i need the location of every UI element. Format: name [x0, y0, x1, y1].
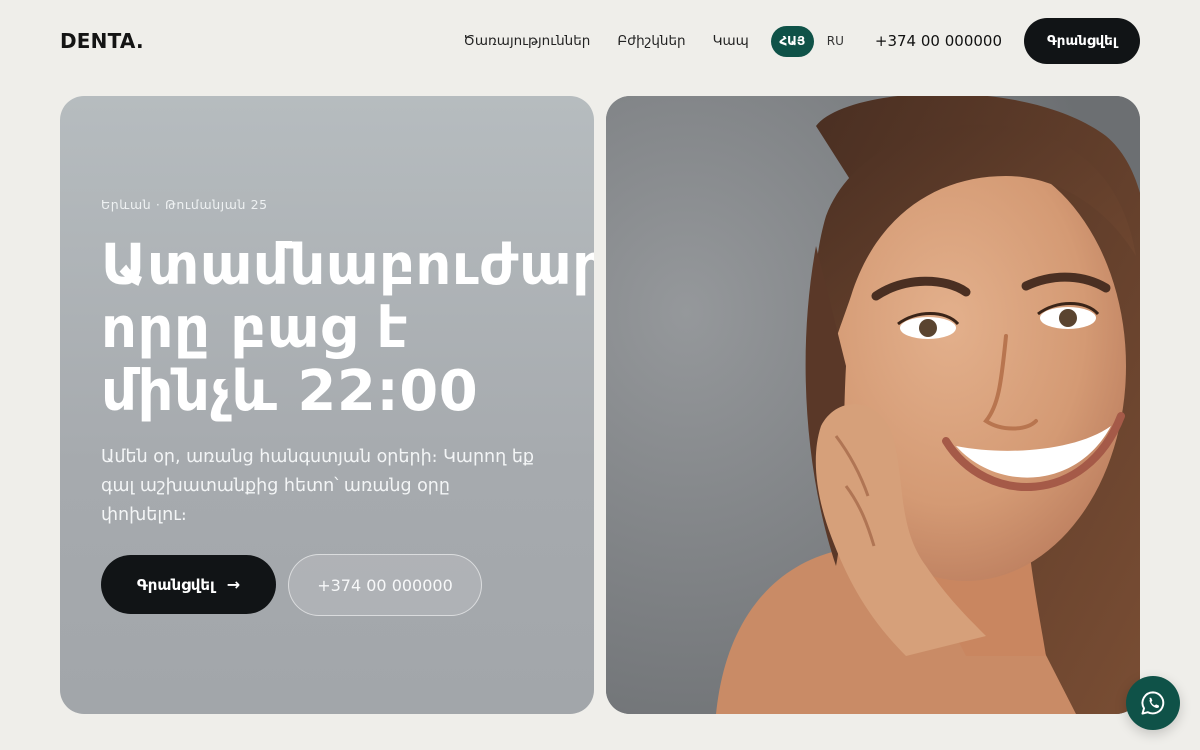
lang-ru-button[interactable]: RU: [827, 34, 844, 48]
whatsapp-chat-button[interactable]: [1126, 676, 1180, 730]
header-book-button[interactable]: Գրանցվել: [1024, 18, 1140, 64]
smiling-woman-illustration: [606, 96, 1140, 714]
nav-doctors[interactable]: Բժիշկներ: [617, 33, 685, 49]
hero-headline: Ատամնաբուժարան, որը բաց է մինչև 22:00: [101, 234, 594, 423]
headline-line-3: մինչև 22:00: [101, 359, 479, 424]
nav-services[interactable]: Ծառայություններ: [463, 33, 590, 49]
nav-contact[interactable]: Կապ: [713, 33, 749, 49]
hero-book-button[interactable]: Գրանցվել →: [101, 555, 276, 614]
header-phone-link[interactable]: +374 00 000000: [875, 32, 1002, 50]
hero-photo: [606, 96, 1140, 714]
hero-book-label: Գրանցվել: [136, 575, 215, 594]
headline-line-2: որը բաց է: [101, 296, 409, 361]
hero-subtitle: Ամեն օր, առանց հանգստյան օրերի։ Կարող եք…: [101, 447, 535, 525]
hero-card: Երևան · Թումանյան 25 Ատամնաբուժարան, որը…: [60, 96, 594, 714]
whatsapp-icon: [1141, 691, 1165, 715]
language-switcher: ՀԱՅ RU: [770, 25, 875, 57]
hero-phone-button[interactable]: +374 00 000000: [288, 554, 482, 616]
hero-location: Երևան · Թումանյան 25: [101, 197, 268, 212]
logo[interactable]: DENTA.: [60, 29, 144, 53]
site-header: DENTA. Ծառայություններ Բժիշկներ Կապ ՀԱՅ …: [60, 18, 1140, 64]
lang-hy-button[interactable]: ՀԱՅ: [770, 25, 814, 57]
main-nav: Ծառայություններ Բժիշկներ Կապ ՀԱՅ RU +374…: [463, 18, 1140, 64]
arrow-right-icon: →: [226, 575, 241, 594]
headline-line-1: Ատամնաբուժարան,: [101, 233, 594, 298]
